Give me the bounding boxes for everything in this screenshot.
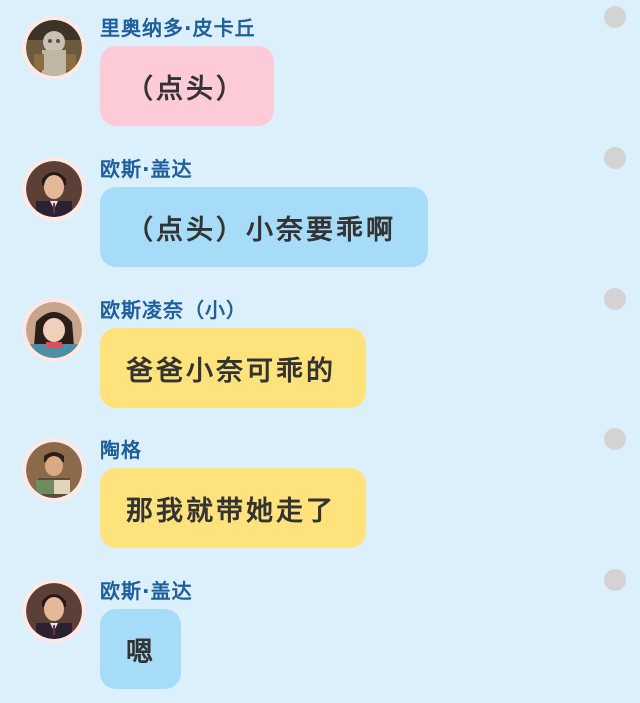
avatar-man-reading-icon: [26, 442, 82, 498]
chat-thread: 里奥纳多·皮卡丘 （点头） 欧斯·盖达 （点头）小奈要乖啊 欧斯凌奈（小） 爸爸…: [0, 0, 640, 703]
chat-message: 欧斯·盖达 （点头）小奈要乖啊: [0, 141, 640, 281]
message-text: 爸爸小奈可乖的: [126, 355, 336, 387]
avatar-man-suit-icon: [26, 161, 82, 217]
message-bubble[interactable]: （点头）: [100, 46, 274, 126]
message-bubble[interactable]: 嗯: [100, 609, 181, 689]
message-bubble[interactable]: 爸爸小奈可乖的: [100, 328, 366, 408]
chat-message: 陶格 那我就带她走了: [0, 422, 640, 562]
avatar[interactable]: [22, 579, 86, 643]
avatar-girl-icon: [26, 302, 82, 358]
chat-message: 欧斯凌奈（小） 爸爸小奈可乖的: [0, 282, 640, 422]
chat-message: 欧斯·盖达 嗯: [0, 563, 640, 703]
avatar-ornate-figure-icon: [26, 20, 82, 76]
avatar[interactable]: [22, 298, 86, 362]
status-dot[interactable]: [604, 569, 626, 591]
avatar-man-suit-icon: [26, 583, 82, 639]
sender-name: 欧斯凌奈（小）: [100, 298, 247, 322]
sender-name: 欧斯·盖达: [100, 579, 193, 603]
message-bubble[interactable]: （点头）小奈要乖啊: [100, 187, 428, 267]
avatar[interactable]: [22, 438, 86, 502]
sender-name: 陶格: [100, 438, 142, 462]
message-text: 那我就带她走了: [126, 495, 336, 527]
sender-name: 欧斯·盖达: [100, 157, 193, 181]
status-dot[interactable]: [604, 6, 626, 28]
message-text: 嗯: [126, 636, 156, 668]
message-text: （点头）: [126, 73, 246, 105]
message-bubble[interactable]: 那我就带她走了: [100, 468, 366, 548]
chat-message: 里奥纳多·皮卡丘 （点头）: [0, 0, 640, 140]
status-dot[interactable]: [604, 288, 626, 310]
status-dot[interactable]: [604, 428, 626, 450]
avatar[interactable]: [22, 16, 86, 80]
avatar[interactable]: [22, 157, 86, 221]
status-dot[interactable]: [604, 147, 626, 169]
message-text: （点头）小奈要乖啊: [126, 214, 396, 246]
sender-name: 里奥纳多·皮卡丘: [100, 16, 256, 40]
